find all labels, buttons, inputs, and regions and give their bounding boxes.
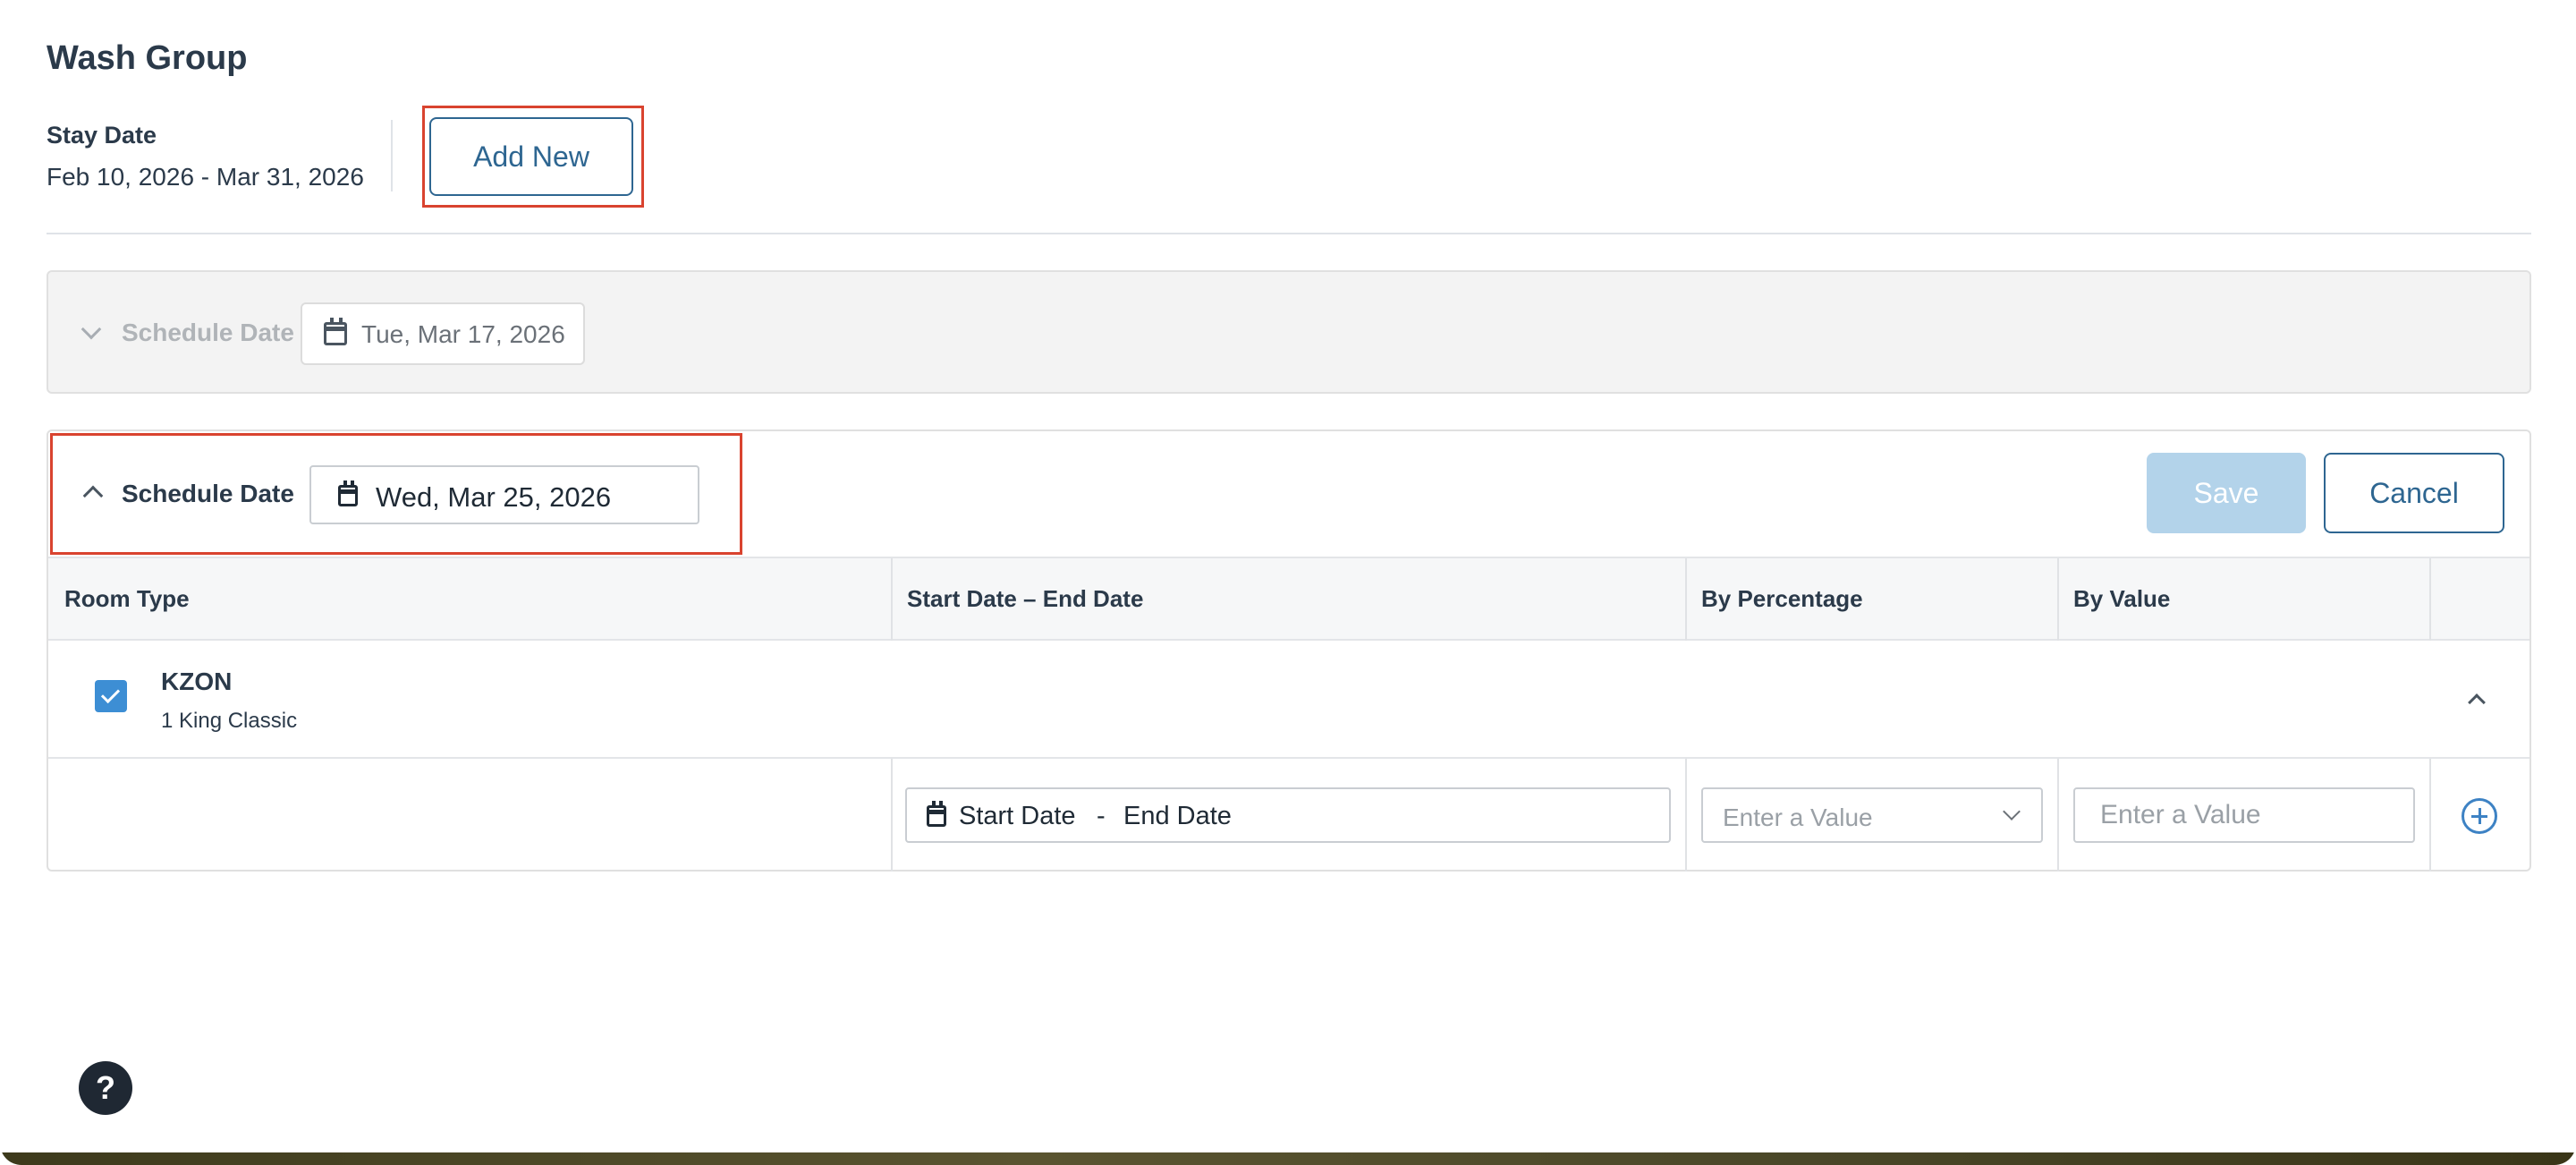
table-row: KZON 1 King Classic [48,641,2529,759]
percentage-placeholder: Enter a Value [1723,804,1873,831]
highlight-box [50,433,742,555]
calendar-icon [324,318,347,345]
help-button[interactable]: ? [79,1061,132,1115]
column-divider [891,558,893,641]
column-divider [891,759,893,872]
schedule-date-picker[interactable]: Tue, Mar 17, 2026 [301,302,585,365]
page-title: Wash Group [47,39,248,77]
chevron-down-icon[interactable] [80,319,102,340]
value-input[interactable] [2073,787,2415,843]
add-circle-icon[interactable] [2462,798,2497,834]
page: Wash Group Stay Date Feb 10, 2026 - Mar … [0,0,2576,1165]
column-divider [2057,558,2059,641]
column-divider [2429,759,2431,872]
range-separator: - [1097,802,1106,830]
end-date-placeholder: End Date [1123,802,1232,830]
schedule-date-value: Tue, Mar 17, 2026 [361,320,565,348]
stay-date-value: Feb 10, 2026 - Mar 31, 2026 [47,163,364,191]
column-divider [1685,759,1687,872]
save-button[interactable]: Save [2147,453,2306,533]
section-divider [47,233,2531,234]
column-divider [2429,558,2431,641]
table-header: Room Type Start Date – End Date By Perce… [48,557,2529,641]
column-header-date-range: Start Date – End Date [907,585,1144,612]
percentage-select[interactable]: Enter a Value [1701,787,2043,843]
calendar-icon [927,801,946,827]
chevron-down-icon [2003,803,2021,821]
chevron-up-icon[interactable] [2468,693,2486,711]
column-divider [2057,759,2059,872]
cancel-button[interactable]: Cancel [2324,453,2504,533]
date-range-input[interactable]: Start Date - End Date [905,787,1671,843]
schedule-date-label: Schedule Date [122,319,294,346]
start-date-placeholder: Start Date [959,802,1076,830]
room-name: 1 King Classic [161,709,298,733]
divider [391,120,393,191]
add-new-button[interactable]: Add New [429,117,633,196]
column-header-room-type: Room Type [64,585,190,612]
table-input-row: Start Date - End Date Enter a Value [48,759,2529,872]
schedule-panel-collapsed: Schedule Date Tue, Mar 17, 2026 [47,270,2531,394]
room-checkbox[interactable] [95,680,127,712]
column-header-by-percentage: By Percentage [1701,585,1863,612]
column-header-by-value: By Value [2073,585,2171,612]
room-code: KZON [161,668,233,695]
stay-date-label: Stay Date [47,122,157,149]
column-divider [1685,558,1687,641]
background-strip [0,1152,2576,1165]
